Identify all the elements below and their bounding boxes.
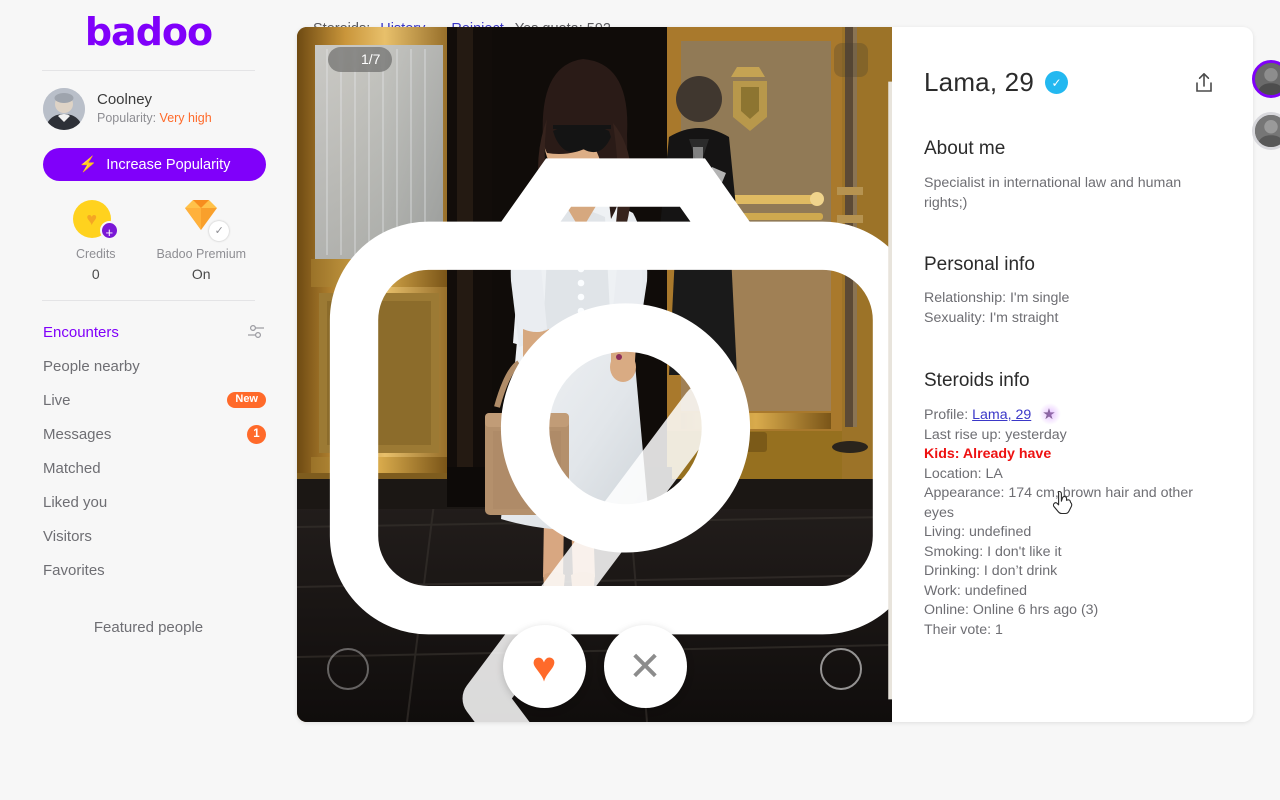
- detail-header: Lama, 29 ✓: [924, 67, 1217, 98]
- premium-gem-icon: ✓: [175, 198, 230, 242]
- status-badge: New: [227, 392, 266, 408]
- personal-info-title: Personal info: [924, 254, 1035, 275]
- sidebar-item-live[interactable]: Live New: [43, 383, 266, 417]
- steroids-kids-line: Kids: Already have: [924, 446, 1052, 462]
- featured-people-link[interactable]: Featured people: [0, 587, 297, 636]
- profile-text: Coolney Popularity: Very high: [97, 91, 212, 126]
- page-title: Lama, 29: [924, 67, 1035, 97]
- steroids-info-title: Steroids info: [924, 370, 1030, 391]
- photo-action-bar: ♥ ✕: [297, 625, 892, 708]
- popularity-value: Very high: [159, 111, 212, 126]
- account-tiles: ♥ + Credits 0 ✓ Badoo Premium On: [0, 181, 297, 282]
- sidebar-item-label: Visitors: [43, 527, 92, 545]
- main-area: Steroids: History Reinject Yes quota: 59…: [297, 0, 1280, 800]
- sidebar-item-label: Messages: [43, 425, 112, 443]
- story-avatar[interactable]: [1252, 60, 1280, 98]
- photo-counter: 1/7: [328, 47, 892, 635]
- featured-people-peek[interactable]: [1252, 60, 1280, 164]
- plus-icon: +: [99, 221, 119, 240]
- chevron-left-icon[interactable]: [315, 351, 726, 722]
- sidebar-item-label: Matched: [43, 459, 101, 477]
- steroids-info-line: Drinking: I don’t drink: [924, 563, 1058, 579]
- sidebar-item-encounters[interactable]: Encounters: [43, 315, 266, 349]
- flag-icon[interactable]: [834, 43, 892, 700]
- premium-label: Badoo Premium: [156, 247, 247, 261]
- sidebar-item-favorites[interactable]: Favorites: [43, 553, 266, 587]
- steroids-info-line: Last rise up: yesterday: [924, 426, 1067, 443]
- user-name: Coolney: [97, 91, 153, 109]
- increase-popularity-label: Increase Popularity: [106, 156, 231, 173]
- current-user-profile[interactable]: Coolney Popularity: Very high: [0, 71, 297, 142]
- sidebar-item-visitors[interactable]: Visitors: [43, 519, 266, 553]
- verified-check-icon: ✓: [1045, 71, 1069, 94]
- story-avatar[interactable]: [1252, 112, 1280, 150]
- personal-info-line: Relationship: I'm single: [924, 290, 1070, 306]
- app-root: badoo Coolney Popularity: Very high ⚡ In…: [0, 0, 1280, 800]
- badoo-logo[interactable]: badoo: [0, 0, 297, 70]
- profile-photo[interactable]: 1/7 ♥ ✕: [297, 27, 892, 722]
- status-badge: 1: [247, 424, 266, 444]
- steroids-info-line: Living: undefined: [924, 524, 1032, 540]
- premium-value: On: [191, 266, 211, 282]
- premium-tile[interactable]: ✓ Badoo Premium On: [149, 197, 255, 282]
- name-row: Lama, 29 ✓: [924, 67, 1069, 98]
- steroids-profile-line: Profile: Lama, 29 ★: [924, 405, 1217, 426]
- bolt-icon: ⚡: [78, 156, 98, 173]
- sidebar-item-label: Encounters: [43, 323, 119, 341]
- crush-heart-arrow-icon[interactable]: [820, 648, 862, 690]
- about-me-title: About me: [924, 138, 1006, 159]
- credits-tile[interactable]: ♥ + Credits 0: [43, 197, 149, 282]
- steroids-info-line: Smoking: I don't like it: [924, 543, 1062, 560]
- like-button[interactable]: ♥: [502, 625, 586, 708]
- popularity-label: Popularity:: [97, 111, 157, 126]
- star-icon[interactable]: ★: [1042, 406, 1055, 423]
- cross-icon: ✕: [628, 644, 662, 689]
- steroids-info-line: Online: Online 6 hrs ago (3): [924, 602, 1099, 618]
- main-nav: Encounters People nearby Live New Messag…: [0, 301, 297, 587]
- about-me-text: Specialist in international law and huma…: [924, 175, 1182, 211]
- camera-icon: [329, 53, 892, 635]
- sidebar-item-matched[interactable]: Matched: [43, 451, 266, 485]
- heart-icon: ♥: [531, 642, 557, 690]
- increase-popularity-button[interactable]: ⚡ Increase Popularity: [43, 148, 266, 181]
- premium-icon-wrap: ✓: [149, 197, 255, 243]
- sidebar-item-label: Live: [43, 391, 71, 409]
- avatar: [43, 88, 85, 130]
- profile-details: Lama, 29 ✓ About me Specialist in intern…: [892, 27, 1253, 722]
- sidebar-item-label: Liked you: [43, 493, 108, 511]
- credits-icon-wrap: ♥ +: [43, 197, 149, 243]
- sidebar-item-people-nearby[interactable]: People nearby: [43, 349, 266, 383]
- chevron-right-icon[interactable]: [846, 351, 874, 399]
- steroids-info-line: Their vote: 1: [924, 621, 1003, 638]
- sidebar: badoo Coolney Popularity: Very high ⚡ In…: [0, 0, 297, 800]
- dislike-button[interactable]: ✕: [603, 625, 687, 708]
- credits-coin-icon: ♥ +: [72, 198, 119, 242]
- sidebar-item-label: People nearby: [43, 357, 140, 375]
- profile-prefix: Profile:: [924, 407, 969, 423]
- steroids-info-line: Location: LA: [924, 465, 1003, 482]
- credits-value: 0: [91, 266, 100, 282]
- sidebar-item-messages[interactable]: Messages 1: [43, 417, 266, 451]
- share-icon[interactable]: [1191, 70, 1217, 96]
- profile-link[interactable]: Lama, 29: [972, 407, 1031, 423]
- steroids-info-line: Appearance: 174 cm, brown hair and other…: [924, 485, 1193, 521]
- credits-label: Credits: [75, 247, 116, 261]
- sliders-icon[interactable]: [246, 322, 266, 342]
- popularity-row: Popularity: Very high: [97, 111, 212, 127]
- sidebar-item-liked-you[interactable]: Liked you: [43, 485, 266, 519]
- heart-icon: ♥: [86, 209, 98, 229]
- profile-card: 1/7 ♥ ✕ Lama, 29 ✓ About me Specialist i…: [297, 27, 1253, 722]
- steroids-info-line: Work: undefined: [924, 582, 1028, 599]
- sidebar-item-label: Favorites: [43, 561, 105, 579]
- personal-info-line: Sexuality: I'm straight: [924, 309, 1059, 326]
